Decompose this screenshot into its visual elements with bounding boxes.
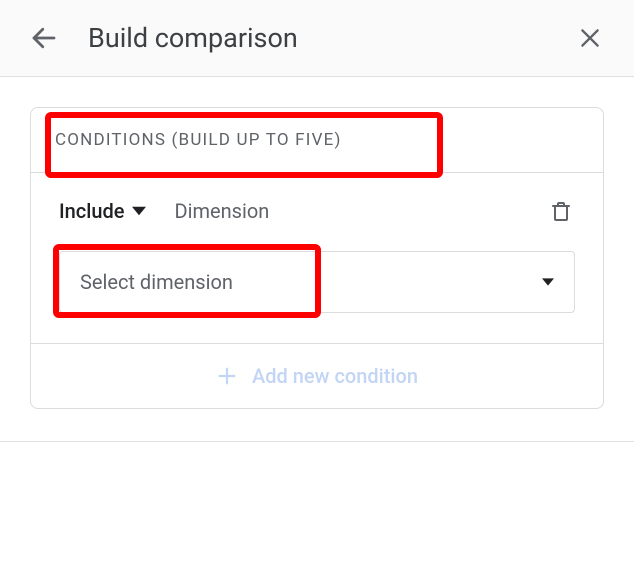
add-condition-button[interactable]: Add new condition xyxy=(31,343,603,408)
panel-header: Build comparison xyxy=(0,0,634,77)
caret-down-icon xyxy=(542,276,554,288)
arrow-left-icon xyxy=(29,23,59,53)
conditions-section-label: CONDITIONS (BUILD UP TO FIVE) xyxy=(55,130,342,150)
add-condition-label: Add new condition xyxy=(252,364,418,388)
condition-controls: Include Dimension xyxy=(59,197,575,225)
close-icon xyxy=(577,25,603,51)
dimension-select[interactable]: Select dimension xyxy=(59,251,575,313)
close-button[interactable] xyxy=(570,18,610,58)
caret-down-icon xyxy=(132,204,146,218)
conditions-card: CONDITIONS (BUILD UP TO FIVE) Include Di… xyxy=(30,107,604,409)
delete-condition-button[interactable] xyxy=(547,197,575,225)
back-button[interactable] xyxy=(24,18,64,58)
include-exclude-dropdown[interactable]: Include xyxy=(59,199,146,223)
dimension-type-label: Dimension xyxy=(174,199,269,223)
trash-icon xyxy=(549,199,573,223)
include-label: Include xyxy=(59,199,124,223)
panel-content: CONDITIONS (BUILD UP TO FIVE) Include Di… xyxy=(0,77,634,439)
panel-title: Build comparison xyxy=(88,22,570,54)
plus-icon xyxy=(216,365,238,387)
divider xyxy=(0,441,634,442)
dimension-select-placeholder: Select dimension xyxy=(80,270,233,294)
condition-row: Include Dimension Select dimension xyxy=(31,173,603,343)
dimension-select-wrap: Select dimension xyxy=(59,251,575,313)
conditions-header: CONDITIONS (BUILD UP TO FIVE) xyxy=(31,108,603,173)
